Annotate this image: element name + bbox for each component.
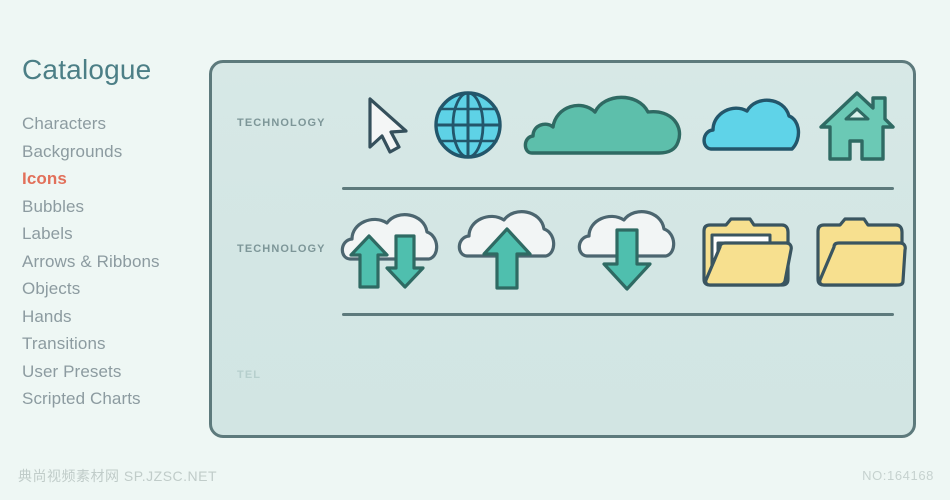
sidebar-item-scripted-charts[interactable]: Scripted Charts xyxy=(22,385,160,413)
row-category-label: Technology xyxy=(237,239,326,256)
cloud-large-icon[interactable] xyxy=(516,63,696,189)
page-title: Catalogue xyxy=(22,54,152,85)
sidebar-item-icons[interactable]: Icons xyxy=(22,165,160,193)
folder-documents-icon[interactable] xyxy=(692,189,802,315)
sidebar-item-user-presets[interactable]: User Presets xyxy=(22,358,160,386)
cloud-small-icon[interactable] xyxy=(696,63,806,189)
sidebar-menu: Characters Backgrounds Icons Bubbles Labels A… xyxy=(22,110,160,413)
sidebar-item-bubbles[interactable]: Bubbles xyxy=(22,193,160,221)
sidebar-item-hands[interactable]: Hands xyxy=(22,303,160,331)
cloud-download-icon[interactable] xyxy=(572,189,682,315)
cloud-upload-icon[interactable] xyxy=(452,189,562,315)
icon-catalogue-panel: Technology Technology Tel xyxy=(209,60,916,438)
sidebar-item-arrows-ribbons[interactable]: Arrows & Ribbons xyxy=(22,248,160,276)
row-category-label: Technology xyxy=(237,113,326,130)
catalogue-row-2: Technology xyxy=(212,189,913,315)
sidebar-item-backgrounds[interactable]: Backgrounds xyxy=(22,138,160,166)
watermark-right: NO:164168 xyxy=(862,468,934,483)
row-category-label: Tel xyxy=(237,365,262,382)
watermark-left: 典尚视频素材网 SP.JZSC.NET xyxy=(18,468,218,484)
sidebar-item-transitions[interactable]: Transitions xyxy=(22,330,160,358)
sidebar-item-objects[interactable]: Objects xyxy=(22,275,160,303)
catalogue-row-1: Technology xyxy=(212,63,913,189)
sidebar-item-labels[interactable]: Labels xyxy=(22,220,160,248)
sidebar-item-characters[interactable]: Characters xyxy=(22,110,160,138)
folder-open-icon[interactable] xyxy=(806,189,913,315)
house-icon[interactable] xyxy=(808,63,908,189)
sidebar: Catalogue Characters Backgrounds Icons Bubb… xyxy=(0,0,205,450)
cloud-sync-icon[interactable] xyxy=(330,189,450,315)
globe-icon[interactable] xyxy=(424,63,514,189)
cursor-arrow-icon[interactable] xyxy=(352,63,422,189)
catalogue-row-3: Tel xyxy=(212,315,913,435)
